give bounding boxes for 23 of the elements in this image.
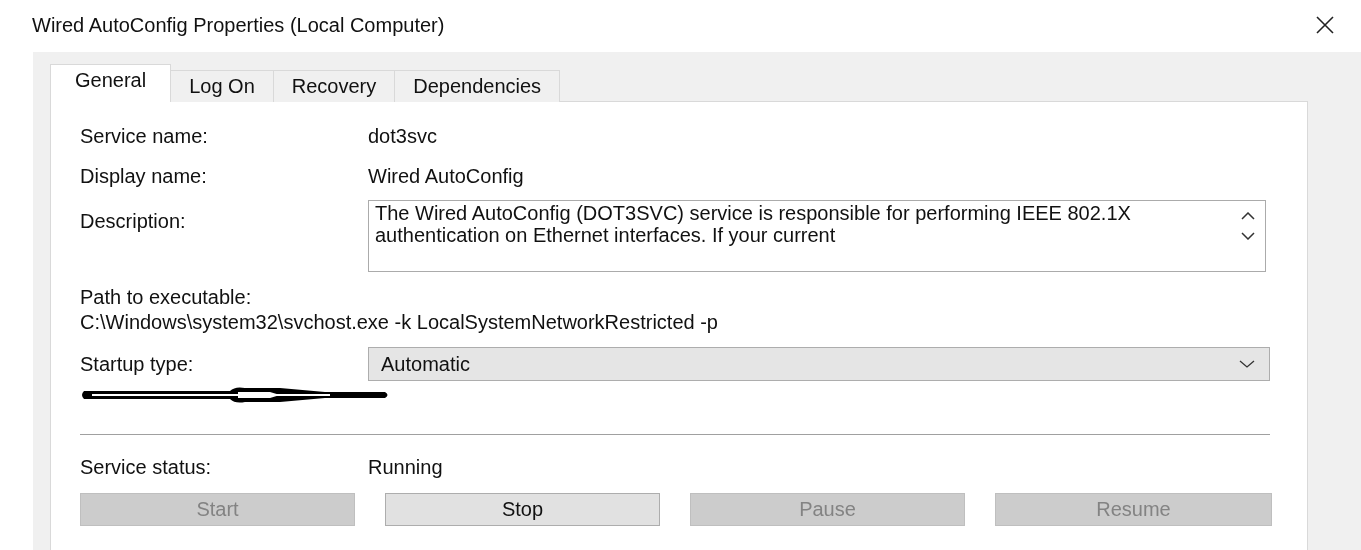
close-icon[interactable] <box>1315 15 1335 35</box>
field-label: Path to executable: <box>80 286 253 309</box>
tab[interactable]: Recovery <box>272 70 396 102</box>
status-value: Running <box>368 455 443 479</box>
field-value: Wired AutoConfig <box>368 164 524 188</box>
tab[interactable]: Dependencies <box>394 70 561 102</box>
tab[interactable]: General <box>50 64 172 102</box>
scroll-up-icon[interactable] <box>1241 212 1255 220</box>
service-button[interactable]: Stop <box>385 493 660 526</box>
field-label: Description: <box>80 209 187 233</box>
scroll-down-icon[interactable] <box>1241 232 1255 240</box>
field-value: dot3svc <box>368 124 437 148</box>
description-text: The Wired AutoConfig (DOT3SVC) service is responsible for performing IEEE 802.1X authentication on Ethernet interfaces. If your current <box>375 202 1132 248</box>
tab[interactable]: Log On <box>170 70 274 102</box>
field-label: Service name: <box>80 124 209 148</box>
description-box[interactable]: The Wired AutoConfig (DOT3SVC) service is responsible for performing IEEE 802.1X authentication on Ethernet interfaces. If your current <box>368 200 1266 272</box>
field-label: Display name: <box>80 164 208 188</box>
path-value: C:\Windows\system32\svchost.exe -k LocalSystemNetworkRestricted -p <box>80 311 719 334</box>
window-title: Wired AutoConfig Properties (Local Computer) <box>32 13 445 37</box>
field-label: Startup type: <box>80 352 195 376</box>
startup-type-dropdown[interactable]: Automatic <box>368 347 1270 381</box>
field-label: Service status: <box>80 455 213 479</box>
chevron-down-icon <box>1239 360 1255 368</box>
